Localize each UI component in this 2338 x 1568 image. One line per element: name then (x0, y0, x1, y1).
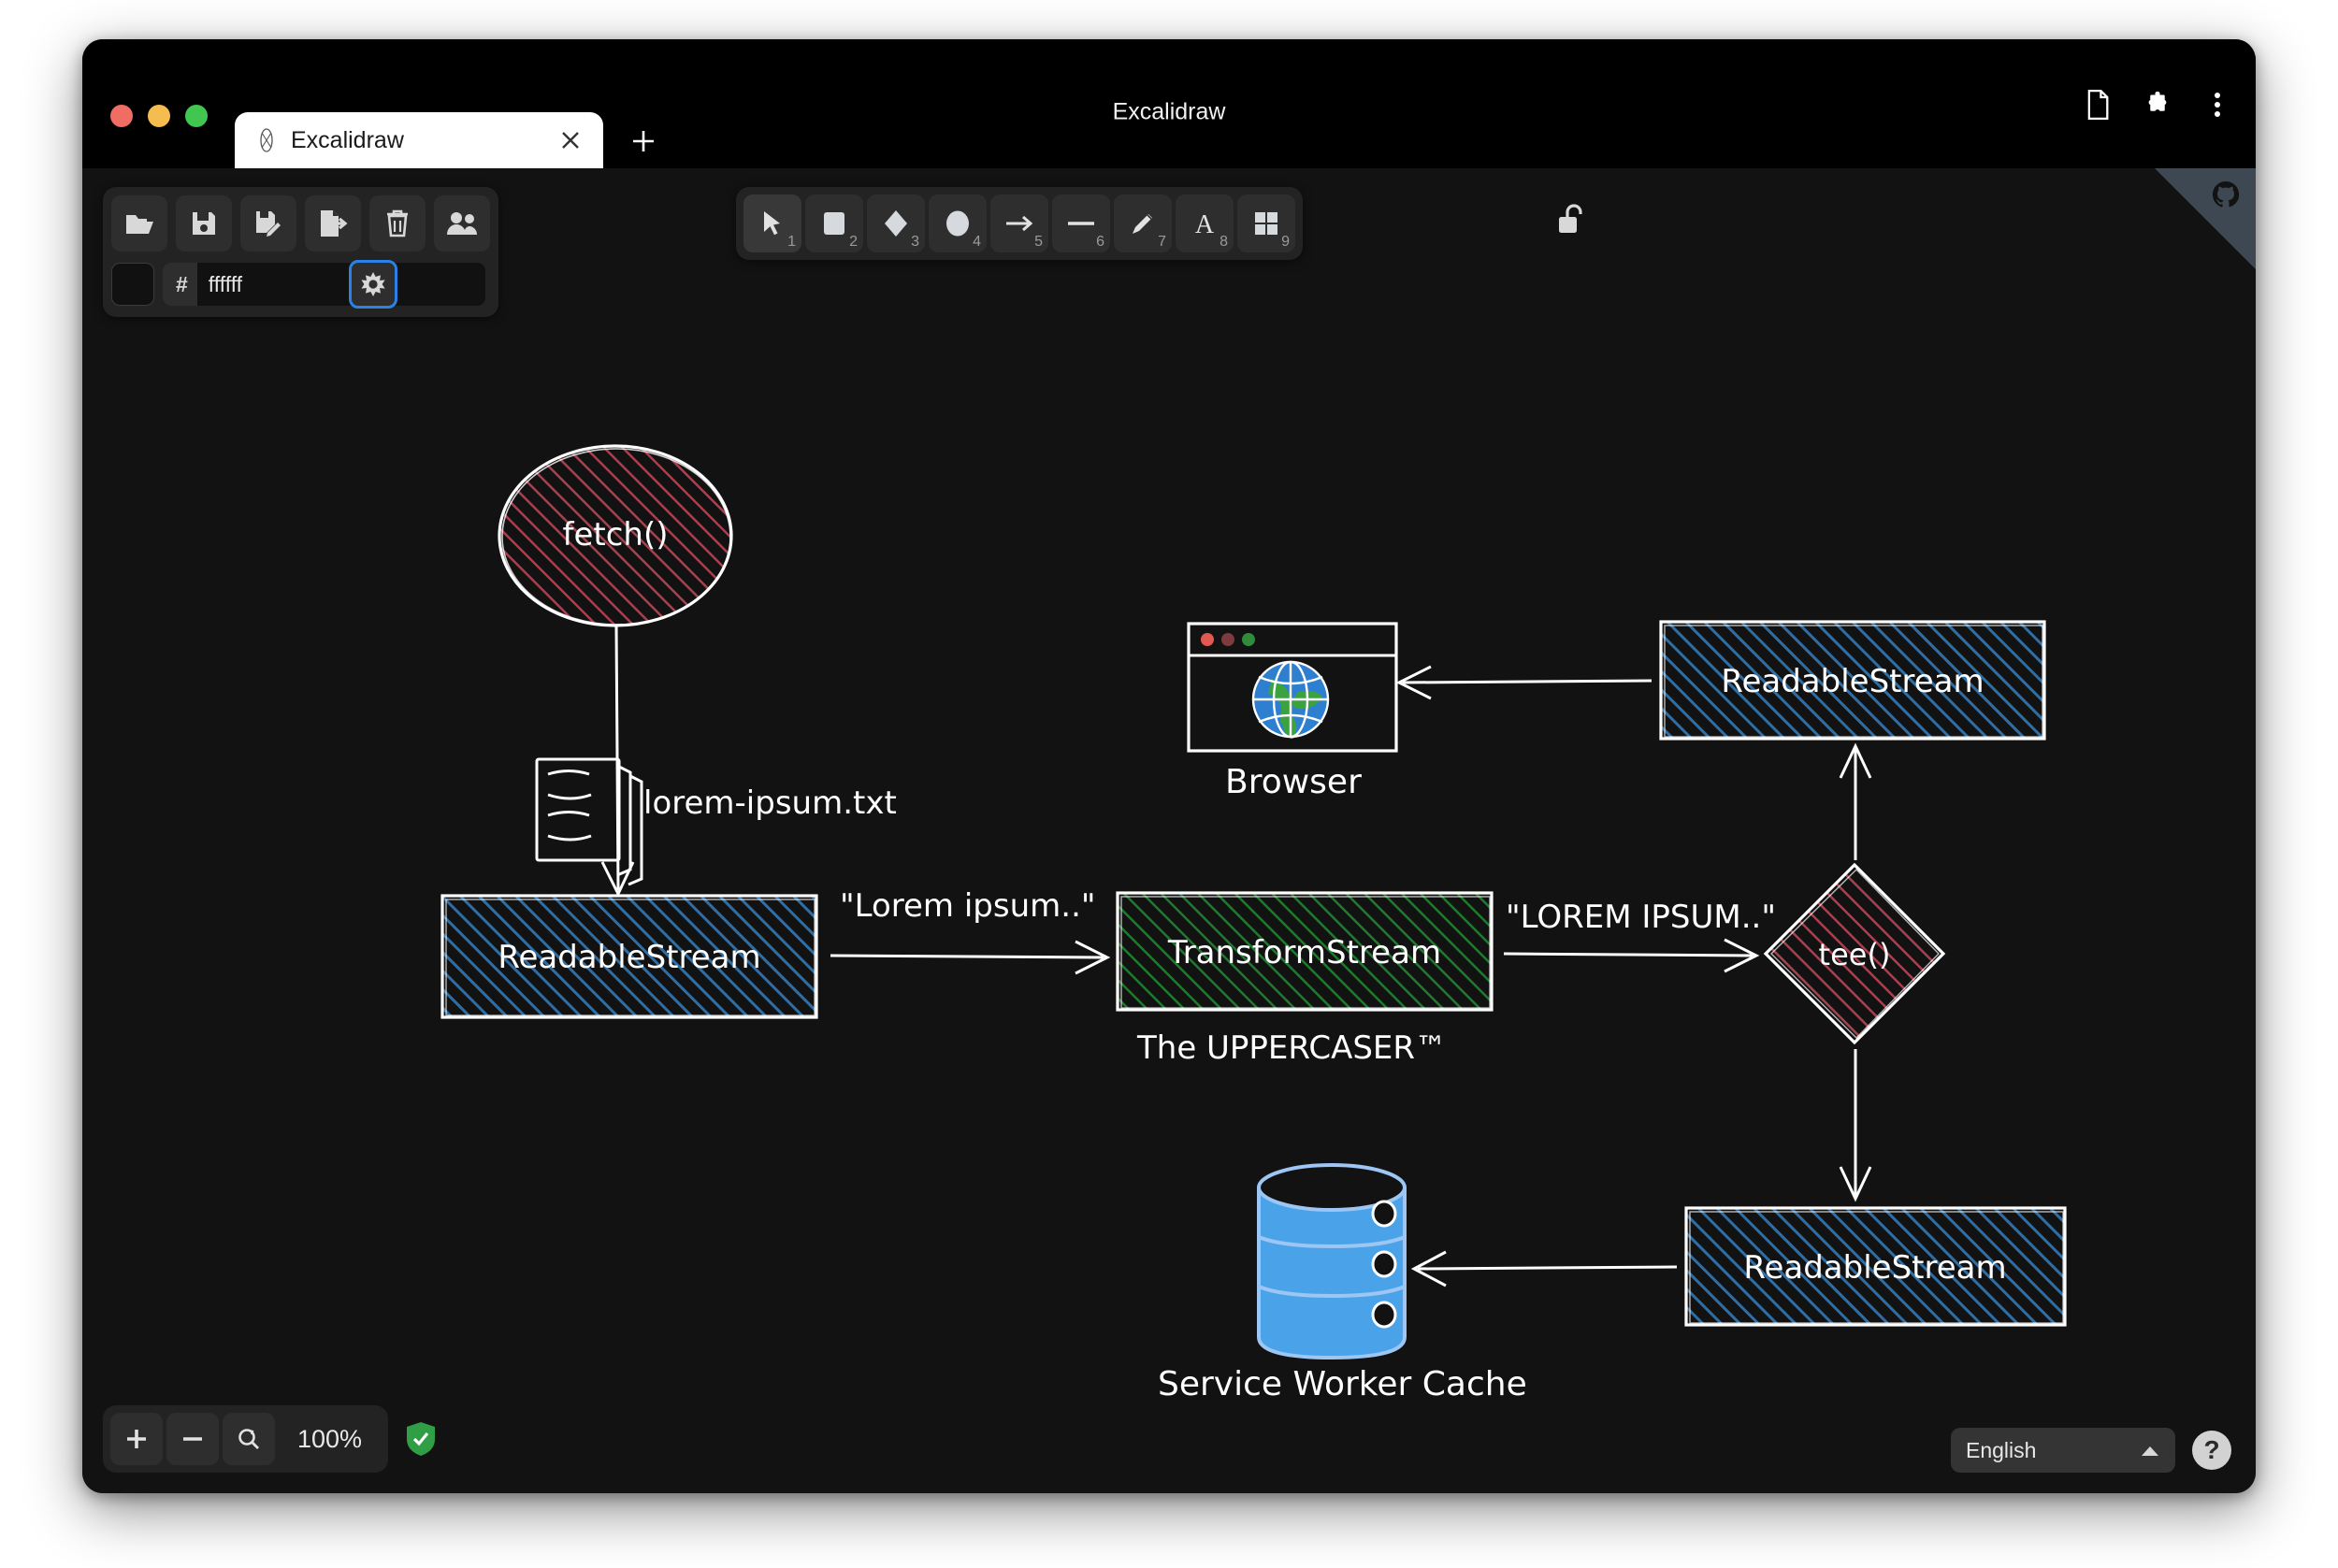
draw-tool[interactable]: 7 (1114, 194, 1172, 252)
node-label-readablestream-1: ReadableStream (498, 939, 760, 976)
ellipse-tool[interactable]: 4 (929, 194, 987, 252)
selection-tool-shortcut: 1 (787, 234, 796, 250)
save-button[interactable] (176, 195, 232, 252)
tab-close-icon[interactable] (558, 128, 583, 152)
database-cylinder-icon (1257, 1163, 1407, 1360)
save-as-button[interactable] (240, 195, 296, 252)
excalidraw-canvas[interactable]: fetch() ReadableStream TransformStream t… (82, 168, 2256, 1493)
edge-rs1-to-transform (830, 940, 1111, 975)
tab-strip: Excalidraw (82, 112, 2256, 168)
help-button[interactable]: ? (2192, 1431, 2231, 1470)
canvas-background-row: # (111, 260, 490, 309)
arrow-tool-shortcut: 5 (1034, 234, 1043, 250)
brightness-sun-icon[interactable] (349, 260, 397, 309)
label-browser: Browser (1225, 763, 1362, 801)
ellipse-tool-shortcut: 4 (973, 234, 981, 250)
edge-transform-to-tee (1503, 938, 1760, 973)
green-shield-check-icon[interactable] (405, 1421, 437, 1457)
library-tool-shortcut: 9 (1281, 234, 1290, 250)
tab-title: Excalidraw (291, 126, 404, 153)
line-tool[interactable]: 6 (1052, 194, 1110, 252)
footer-right-group: English ? (1951, 1428, 2231, 1473)
library-tool[interactable]: 9 (1237, 194, 1295, 252)
file-actions-row (111, 195, 490, 252)
line-tool-shortcut: 6 (1096, 234, 1104, 250)
zoom-out-button[interactable] (166, 1413, 219, 1465)
label-service-worker-cache: Service Worker Cache (1158, 1365, 1527, 1403)
selection-tool[interactable]: 1 (743, 194, 801, 252)
live-collaboration-button[interactable] (434, 195, 490, 252)
hex-hash-label: # (176, 271, 188, 296)
canvas-background-hex-group: # (163, 263, 485, 306)
zoom-level-value[interactable]: 100% (279, 1425, 381, 1454)
diagram-drawing-layer: fetch() ReadableStream TransformStream t… (82, 168, 2256, 1493)
edge-rs3-to-cache (1410, 1250, 1678, 1287)
canvas-background-hex-input[interactable] (196, 263, 485, 306)
excalidraw-icon (255, 126, 278, 154)
new-tab-button[interactable] (628, 125, 659, 157)
node-label-fetch: fetch() (563, 516, 669, 554)
file-stack-icon (535, 757, 643, 886)
text-tool[interactable]: A 8 (1176, 194, 1234, 252)
zoom-reset-button[interactable] (223, 1413, 275, 1465)
label-lorem-ipsum-txt: lorem-ipsum.txt (643, 784, 897, 822)
shape-tool-palette: 1 2 3 4 5 6 7 A 8 9 (736, 187, 1303, 260)
label-the-uppercaser: The UPPERCASER™ (1136, 1029, 1447, 1067)
arrow-tool[interactable]: 5 (990, 194, 1048, 252)
footer-left-group: 100% (103, 1405, 437, 1473)
language-select-value: English (1966, 1437, 2037, 1462)
text-tool-shortcut: 8 (1220, 234, 1228, 250)
draw-tool-shortcut: 7 (1158, 234, 1166, 250)
diamond-tool[interactable]: 3 (867, 194, 925, 252)
padlock-open-icon[interactable] (1542, 187, 1600, 252)
node-label-tee: tee() (1819, 937, 1891, 972)
label-lorem-ipsum-quote: "Lorem ipsum.." (840, 887, 1096, 925)
browser-tab[interactable]: Excalidraw (235, 112, 603, 168)
zoom-in-button[interactable] (110, 1413, 163, 1465)
language-select[interactable]: English (1951, 1428, 2175, 1473)
diagram-svg: fetch() ReadableStream TransformStream t… (440, 444, 2067, 1403)
diamond-tool-shortcut: 3 (911, 234, 919, 250)
rectangle-tool[interactable]: 2 (805, 194, 863, 252)
export-button[interactable] (305, 195, 361, 252)
edge-tee-to-rs2 (1839, 742, 1872, 860)
edge-rs2-to-browser (1395, 665, 1652, 700)
open-button[interactable] (111, 195, 167, 252)
rectangle-tool-shortcut: 2 (849, 234, 858, 250)
reset-canvas-button[interactable] (369, 195, 426, 252)
label-lorem-ipsum-upper-quote: "LOREM IPSUM.." (1506, 899, 1776, 936)
browser-window: Excalidraw Excalidraw fetch() ReadableSt… (82, 39, 2256, 1493)
edge-tee-to-rs3 (1839, 1049, 1872, 1202)
node-label-transformstream: TransformStream (1167, 934, 1441, 971)
svg-text:A: A (1195, 210, 1215, 237)
node-label-readablestream-3: ReadableStream (1743, 1249, 2006, 1287)
github-octocat-corner-icon[interactable] (2155, 168, 2256, 269)
browser-window-icon (1187, 622, 1398, 753)
zoom-island: 100% (103, 1405, 389, 1473)
main-actions-island: # (103, 187, 498, 317)
canvas-background-swatch[interactable] (111, 263, 154, 306)
node-label-readablestream-2: ReadableStream (1721, 663, 1984, 700)
chevron-up-icon (2140, 1438, 2160, 1463)
